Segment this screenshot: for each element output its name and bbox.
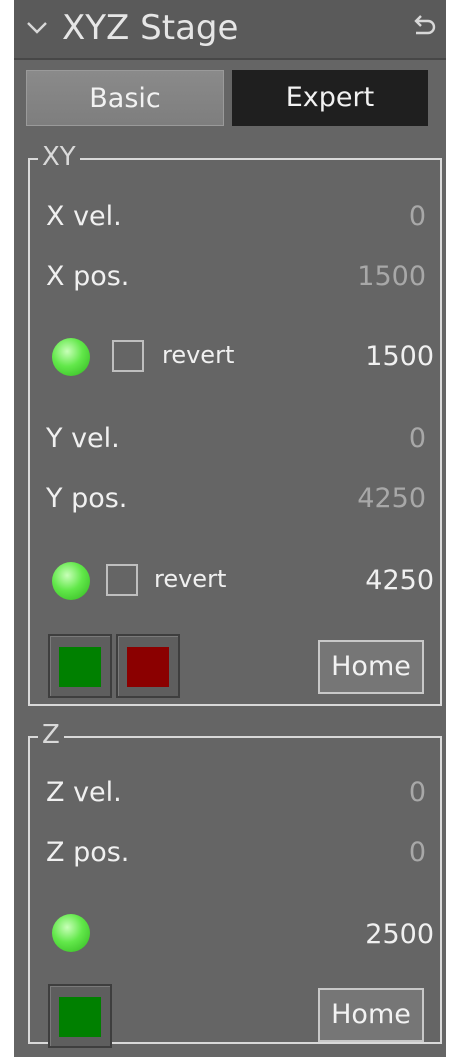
x-pos-label: X pos. [46,261,130,292]
x-vel-value: 0 [408,201,426,232]
z-start-button[interactable] [48,984,112,1048]
xy-stop-button[interactable] [116,634,180,698]
xy-home-button[interactable]: Home [318,640,424,694]
z-status-led [52,914,90,952]
y-status-led [52,562,90,600]
tab-basic[interactable]: Basic [26,70,224,126]
z-pos-value: 0 [408,837,426,868]
z-vel-label: Z vel. [46,777,122,808]
green-swatch-icon [59,647,101,687]
y-pos-label: Y pos. [46,483,128,514]
panel-title: XYZ Stage [62,8,239,48]
y-target-value[interactable]: 4250 [365,564,434,598]
xy-group: XY X vel. 0 X pos. 1500 revert 1500 Y ve… [28,140,442,706]
green-swatch-icon [59,997,101,1037]
z-home-button[interactable]: Home [318,988,424,1042]
y-pos-value: 4250 [357,483,426,514]
z-group-title: Z [38,718,64,752]
y-vel-label: Y vel. [46,423,120,454]
xy-group-title: XY [38,140,80,174]
x-pos-value: 1500 [357,261,426,292]
x-revert-label: revert [162,341,235,369]
y-revert-checkbox[interactable] [106,564,138,596]
red-swatch-icon [127,647,169,687]
z-target-value[interactable]: 2500 [365,918,434,952]
chevron-down-icon[interactable] [26,16,48,38]
tab-expert[interactable]: Expert [232,70,428,126]
undo-icon[interactable] [408,12,438,42]
xyz-stage-panel: XYZ Stage Basic Expert XY X vel. 0 X pos… [14,0,446,1057]
x-revert-checkbox[interactable] [112,340,144,372]
y-vel-value: 0 [408,423,426,454]
x-target-value[interactable]: 1500 [365,340,434,374]
z-pos-label: Z pos. [46,837,130,868]
z-vel-value: 0 [408,777,426,808]
z-group: Z Z vel. 0 Z pos. 0 2500 Home [28,718,442,1048]
y-revert-label: revert [154,565,227,593]
xy-start-button[interactable] [48,634,112,698]
x-vel-label: X vel. [46,201,122,232]
x-status-led [52,338,90,376]
panel-header: XYZ Stage [14,0,446,60]
